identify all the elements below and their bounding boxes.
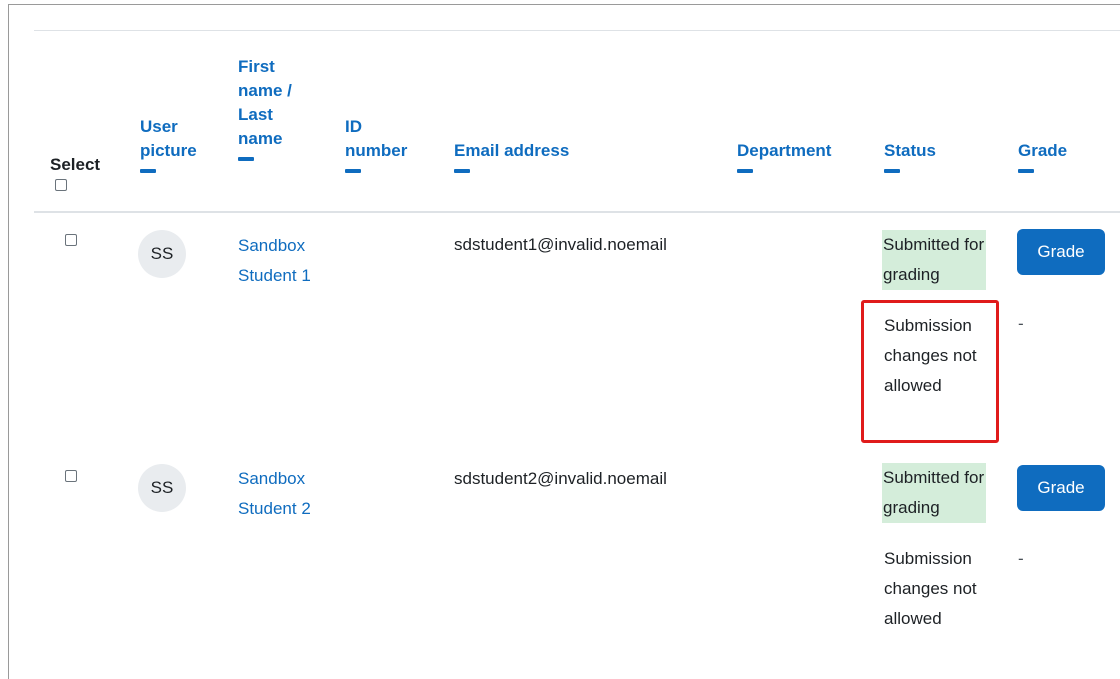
select-header-label: Select <box>50 155 101 174</box>
select-header: Select <box>50 153 100 177</box>
header-divider <box>34 211 1120 213</box>
email-cell: sdstudent1@invalid.noemail <box>454 235 667 254</box>
grade-button[interactable]: Grade <box>1017 229 1105 275</box>
row-select-checkbox[interactable] <box>65 470 77 482</box>
grade-button[interactable]: Grade <box>1017 465 1105 511</box>
email-header[interactable]: Email address <box>454 139 614 173</box>
annotation-highlight-box <box>861 300 999 443</box>
department-header[interactable]: Department <box>737 139 857 173</box>
collapse-grade-icon[interactable] <box>1018 169 1034 173</box>
window-border-top <box>8 4 1120 5</box>
user-picture-header-label[interactable]: User picture <box>140 117 197 160</box>
email-cell: sdstudent2@invalid.noemail <box>454 469 667 488</box>
email-header-label[interactable]: Email address <box>454 141 569 160</box>
status-badge: Submitted for grading <box>882 230 986 290</box>
name-header[interactable]: First name / Last name <box>238 55 298 161</box>
id-number-header-label[interactable]: ID number <box>345 117 407 160</box>
collapse-status-icon[interactable] <box>884 169 900 173</box>
avatar[interactable]: SS <box>138 464 186 512</box>
department-header-label[interactable]: Department <box>737 141 831 160</box>
grade-value: - <box>1018 314 1024 333</box>
user-picture-header[interactable]: User picture <box>140 115 215 173</box>
name-header-label[interactable]: First name / Last name <box>238 57 292 148</box>
student-name-link[interactable]: Sandbox Student 1 <box>238 231 318 291</box>
submission-lock-status: Submission changes not allowed <box>884 549 977 628</box>
select-all-checkbox[interactable] <box>55 179 67 191</box>
grade-header[interactable]: Grade <box>1018 139 1098 173</box>
collapse-department-icon[interactable] <box>737 169 753 173</box>
status-badge: Submitted for grading <box>882 463 986 523</box>
grade-value: - <box>1018 549 1024 568</box>
collapse-name-icon[interactable] <box>238 157 254 161</box>
row-select-checkbox[interactable] <box>65 234 77 246</box>
table-top-border <box>34 30 1120 31</box>
id-number-header[interactable]: ID number <box>345 115 425 173</box>
status-header-label[interactable]: Status <box>884 141 936 160</box>
avatar[interactable]: SS <box>138 230 186 278</box>
collapse-email-icon[interactable] <box>454 169 470 173</box>
grade-header-label[interactable]: Grade <box>1018 141 1067 160</box>
status-header[interactable]: Status <box>884 139 964 173</box>
collapse-id-number-icon[interactable] <box>345 169 361 173</box>
window-border-left <box>8 4 9 679</box>
student-name-link[interactable]: Sandbox Student 2 <box>238 464 318 524</box>
collapse-user-picture-icon[interactable] <box>140 169 156 173</box>
